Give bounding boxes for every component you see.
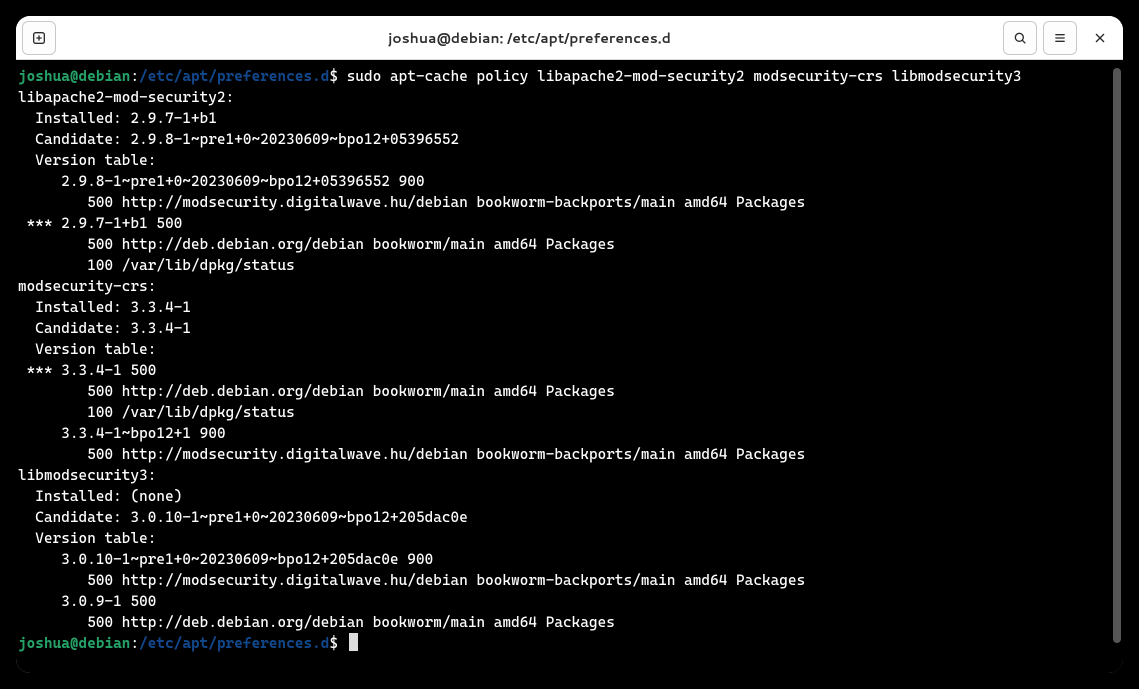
output-line: Installed: 3.3.4-1: [18, 299, 191, 316]
trailing-command: [338, 635, 347, 652]
terminal-area[interactable]: joshua@debian:/etc/apt/preferences.d$ su…: [16, 60, 1123, 673]
plus-tab-icon: [31, 30, 47, 46]
output-line: 100 /var/lib/dpkg/status: [18, 257, 295, 274]
output-line: Installed: 2.9.7-1+b1: [18, 110, 217, 127]
terminal-content[interactable]: joshua@debian:/etc/apt/preferences.d$ su…: [16, 60, 1111, 673]
output-line: 100 /var/lib/dpkg/status: [18, 404, 295, 421]
hamburger-icon: [1052, 30, 1068, 46]
output-line: 500 http://deb.debian.org/debian bookwor…: [18, 383, 615, 400]
scrollbar[interactable]: [1111, 60, 1123, 673]
prompt-sep: :: [130, 68, 139, 85]
terminal-window: joshua@debian: /etc/apt/preferences.d: [16, 16, 1123, 673]
output-line: 3.0.10-1~pre1+0~20230609~bpo12+205dac0e …: [18, 551, 433, 568]
outer-frame: joshua@debian: /etc/apt/preferences.d: [10, 10, 1129, 679]
prompt-cwd: /etc/apt/preferences.d: [139, 68, 329, 85]
new-tab-button[interactable]: [22, 21, 56, 55]
window-title: joshua@debian: /etc/apt/preferences.d: [62, 28, 997, 48]
menu-button[interactable]: [1043, 21, 1077, 55]
output-line: Candidate: 3.3.4-1: [18, 320, 191, 337]
output-line: Installed: (none): [18, 488, 182, 505]
output-line: Candidate: 2.9.8-1~pre1+0~20230609~bpo12…: [18, 131, 459, 148]
titlebar: joshua@debian: /etc/apt/preferences.d: [16, 16, 1123, 60]
prompt-userhost: joshua@debian: [18, 68, 130, 85]
prompt-sep: :: [130, 635, 139, 652]
prompt-userhost: joshua@debian: [18, 635, 130, 652]
output-line: Version table:: [18, 341, 156, 358]
output-line: *** 3.3.4-1 500: [18, 362, 156, 379]
prompt-sigil: $: [329, 635, 338, 652]
prompt-sigil: $: [329, 68, 338, 85]
output-line: 500 http://modsecurity.digitalwave.hu/de…: [18, 446, 805, 463]
output-line: 500 http://deb.debian.org/debian bookwor…: [18, 614, 615, 631]
scrollbar-thumb[interactable]: [1113, 68, 1121, 643]
cursor-icon: [349, 633, 358, 651]
prompt-cwd: /etc/apt/preferences.d: [139, 635, 329, 652]
output-line: Candidate: 3.0.10-1~pre1+0~20230609~bpo1…: [18, 509, 468, 526]
output-line: Version table:: [18, 152, 156, 169]
output-line: Version table:: [18, 530, 156, 547]
output-line: 500 http://modsecurity.digitalwave.hu/de…: [18, 572, 805, 589]
output-line: 500 http://modsecurity.digitalwave.hu/de…: [18, 194, 805, 211]
close-button[interactable]: [1083, 21, 1117, 55]
output-line: libapache2-mod-security2:: [18, 89, 234, 106]
command-text: sudo apt-cache policy libapache2-mod-sec…: [338, 68, 1021, 85]
output-line: libmodsecurity3:: [18, 467, 156, 484]
output-line: 500 http://deb.debian.org/debian bookwor…: [18, 236, 615, 253]
close-icon: [1092, 30, 1108, 46]
search-button[interactable]: [1003, 21, 1037, 55]
search-icon: [1012, 30, 1028, 46]
output-line: modsecurity-crs:: [18, 278, 156, 295]
output-line: 3.3.4-1~bpo12+1 900: [18, 425, 226, 442]
output-line: 3.0.9-1 500: [18, 593, 156, 610]
output-line: 2.9.8-1~pre1+0~20230609~bpo12+05396552 9…: [18, 173, 425, 190]
output-line: *** 2.9.7-1+b1 500: [18, 215, 182, 232]
